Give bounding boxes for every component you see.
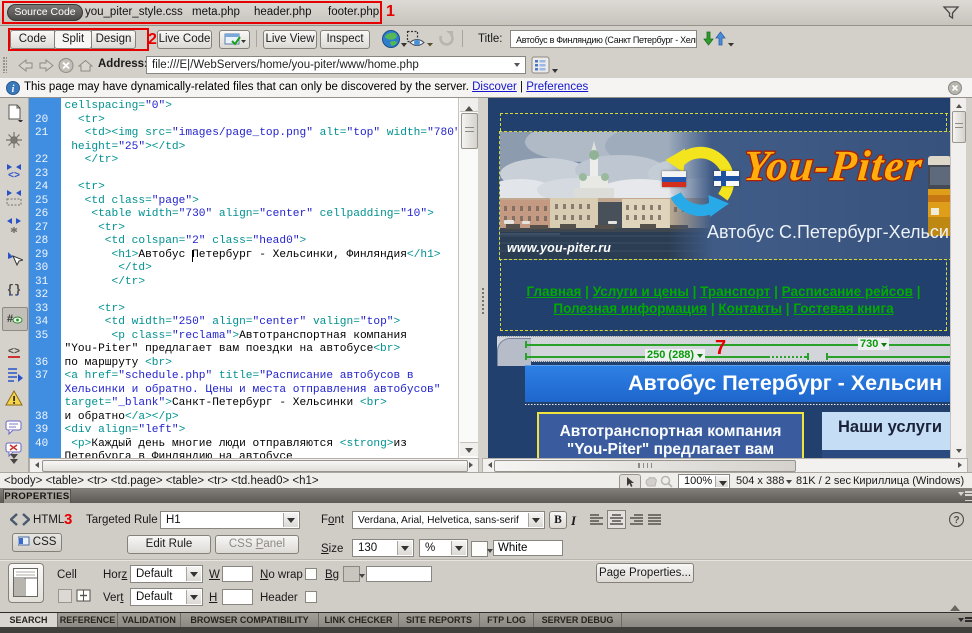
svg-text:?: ? (953, 515, 959, 526)
svg-text:<>: <> (8, 171, 20, 180)
svg-text:{}: {} (7, 283, 21, 297)
svg-text:You-Piter: You-Piter (746, 143, 925, 190)
svg-text:i: i (12, 84, 15, 95)
